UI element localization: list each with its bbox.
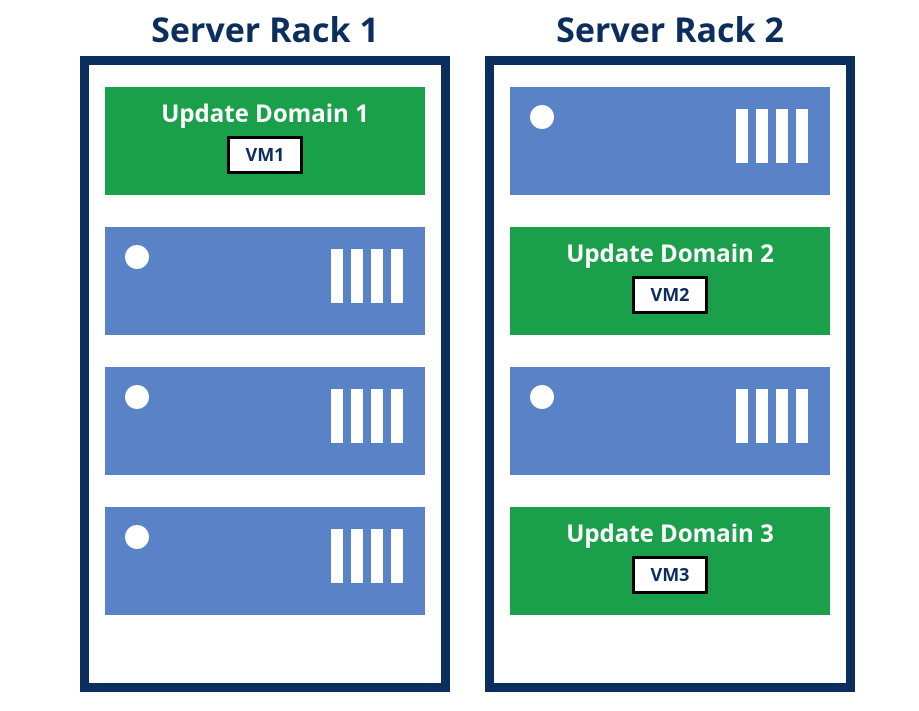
update-domain-slot: Update Domain 2 VM2: [510, 227, 830, 335]
server-led-icon: [125, 525, 149, 549]
server-slot: [510, 87, 830, 195]
server-slot: [105, 507, 425, 615]
update-domain-label: Update Domain 3: [566, 517, 774, 550]
update-domain-label: Update Domain 2: [566, 237, 774, 270]
server-vent-icon: [331, 249, 403, 303]
rack-title-2: Server Rack 2: [556, 6, 784, 52]
server-slot: [105, 367, 425, 475]
vm-box: VM3: [632, 556, 709, 594]
server-vent-icon: [331, 529, 403, 583]
server-vent-icon: [736, 109, 808, 163]
server-vent-icon: [331, 389, 403, 443]
update-domain-slot: Update Domain 1 VM1: [105, 87, 425, 195]
server-led-icon: [125, 245, 149, 269]
vm-box: VM2: [632, 276, 709, 314]
server-vent-icon: [736, 389, 808, 443]
server-slot: [105, 227, 425, 335]
server-slot: [510, 367, 830, 475]
update-domain-slot: Update Domain 3 VM3: [510, 507, 830, 615]
rack-title-1: Server Rack 1: [151, 6, 379, 52]
rack-box-1: Update Domain 1 VM1: [80, 56, 450, 692]
server-led-icon: [530, 105, 554, 129]
rack-column-1: Server Rack 1 Update Domain 1 VM1: [80, 6, 450, 692]
rack-column-2: Server Rack 2 Update Domain 2 VM2 Update…: [485, 6, 855, 692]
rack-box-2: Update Domain 2 VM2 Update Domain 3 VM3: [485, 56, 855, 692]
racks-container: Server Rack 1 Update Domain 1 VM1 Server…: [0, 0, 919, 692]
vm-box: VM1: [227, 136, 304, 174]
server-led-icon: [125, 385, 149, 409]
server-led-icon: [530, 385, 554, 409]
update-domain-label: Update Domain 1: [161, 97, 369, 130]
